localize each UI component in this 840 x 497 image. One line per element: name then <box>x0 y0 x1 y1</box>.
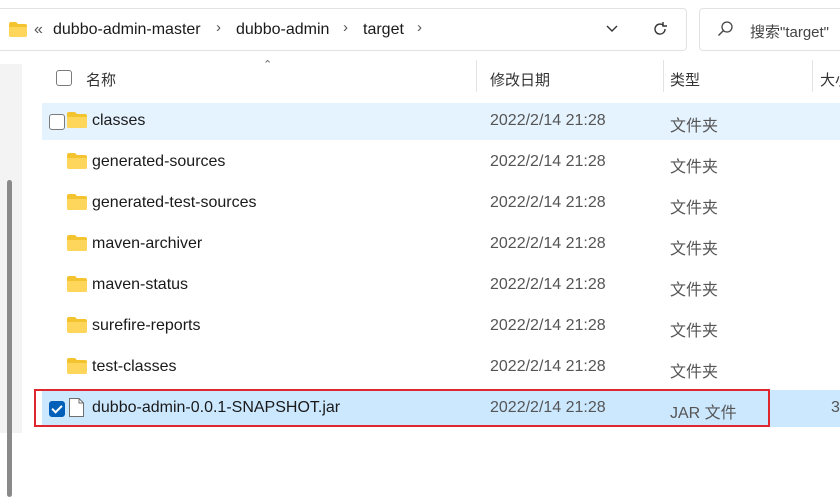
breadcrumb-overflow[interactable]: « <box>34 20 43 40</box>
file-type: 文件夹 <box>670 364 719 381</box>
file-name[interactable]: generated-sources <box>92 153 225 171</box>
folder-icon <box>67 276 87 297</box>
chevron-right-icon[interactable]: › <box>343 19 348 36</box>
folder-icon <box>67 235 87 256</box>
file-size: 3 <box>831 399 840 416</box>
file-date: 2022/2/14 21:28 <box>490 194 606 211</box>
file-date: 2022/2/14 21:28 <box>490 153 606 170</box>
column-divider[interactable] <box>812 60 813 92</box>
breadcrumb-dubbo-admin[interactable]: dubbo-admin <box>236 20 329 40</box>
file-row-generated-test-sources[interactable]: generated-test-sources 2022/2/14 21:28 文… <box>42 185 840 222</box>
file-name[interactable]: classes <box>92 112 145 130</box>
folder-icon <box>67 194 87 215</box>
file-name[interactable]: maven-archiver <box>92 235 202 253</box>
row-checkbox[interactable] <box>49 114 65 130</box>
file-type: 文件夹 <box>670 159 719 176</box>
file-type: 文件夹 <box>670 200 719 217</box>
chevron-right-icon[interactable]: › <box>216 19 221 36</box>
navigation-scrollbar[interactable] <box>0 64 22 497</box>
column-header: 名称 ⌃ 修改日期 类型 大小 <box>42 59 840 94</box>
file-type: 文件夹 <box>670 241 719 258</box>
file-date: 2022/2/14 21:28 <box>490 276 606 293</box>
file-row-maven-status[interactable]: maven-status 2022/2/14 21:28 文件夹 <box>42 267 840 304</box>
address-bar[interactable]: « dubbo-admin-master › dubbo-admin › tar… <box>0 8 687 51</box>
file-row-maven-archiver[interactable]: maven-archiver 2022/2/14 21:28 文件夹 <box>42 226 840 263</box>
folder-icon <box>67 112 87 133</box>
search-icon <box>717 21 733 42</box>
select-all-checkbox[interactable] <box>56 70 72 86</box>
file-name[interactable]: test-classes <box>92 358 176 376</box>
file-name[interactable]: generated-test-sources <box>92 194 257 212</box>
sort-up-icon: ⌃ <box>263 59 273 71</box>
chevron-down-icon[interactable] <box>605 21 619 40</box>
file-row-classes[interactable]: classes 2022/2/14 21:28 文件夹 <box>42 103 840 140</box>
column-name[interactable]: 名称 <box>86 69 116 90</box>
highlight-box <box>34 389 770 427</box>
file-type: 文件夹 <box>670 282 719 299</box>
search-box[interactable]: 搜索"target" <box>699 8 840 51</box>
column-size[interactable]: 大小 <box>820 69 840 90</box>
file-date: 2022/2/14 21:28 <box>490 235 606 252</box>
breadcrumb-dubbo-admin-master[interactable]: dubbo-admin-master <box>53 20 201 40</box>
file-row-generated-sources[interactable]: generated-sources 2022/2/14 21:28 文件夹 <box>42 144 840 181</box>
column-date[interactable]: 修改日期 <box>490 69 550 90</box>
file-date: 2022/2/14 21:28 <box>490 112 606 129</box>
file-row-test-classes[interactable]: test-classes 2022/2/14 21:28 文件夹 <box>42 349 840 386</box>
file-name[interactable]: surefire-reports <box>92 317 200 335</box>
folder-icon <box>67 153 87 174</box>
file-type: 文件夹 <box>670 118 719 135</box>
column-divider[interactable] <box>476 60 477 92</box>
column-divider[interactable] <box>663 60 664 92</box>
folder-icon <box>67 317 87 338</box>
folder-icon <box>9 22 27 42</box>
column-type[interactable]: 类型 <box>670 69 700 90</box>
file-row-surefire-reports[interactable]: surefire-reports 2022/2/14 21:28 文件夹 <box>42 308 840 345</box>
breadcrumb-target[interactable]: target <box>363 20 404 40</box>
search-placeholder: 搜索"target" <box>750 24 830 41</box>
folder-icon <box>67 358 87 379</box>
file-date: 2022/2/14 21:28 <box>490 358 606 375</box>
file-date: 2022/2/14 21:28 <box>490 317 606 334</box>
file-name[interactable]: maven-status <box>92 276 188 294</box>
chevron-right-icon[interactable]: › <box>417 19 422 36</box>
scrollbar-thumb[interactable] <box>7 180 12 497</box>
file-type: 文件夹 <box>670 323 719 340</box>
refresh-icon[interactable] <box>651 20 669 43</box>
